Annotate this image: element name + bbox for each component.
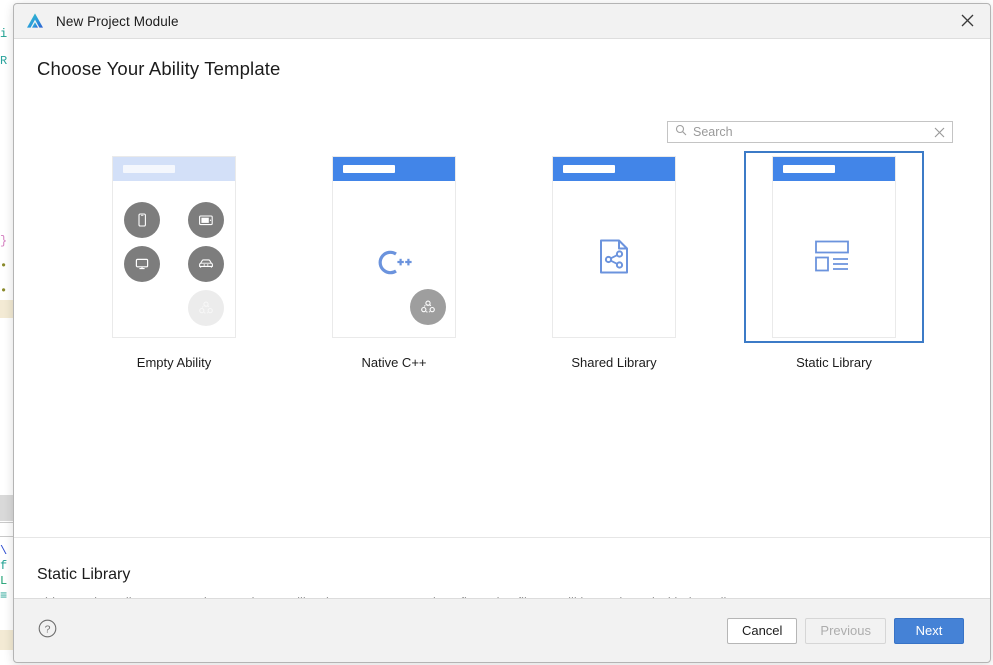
cancel-button[interactable]: Cancel (726, 617, 798, 644)
description-title: Static Library (37, 566, 131, 583)
device-icon-row (124, 202, 224, 238)
template-thumbnail (333, 157, 455, 337)
background-code-fragment: • (0, 259, 8, 273)
template-card-label: Static Library (796, 355, 872, 370)
template-card-frame[interactable] (84, 151, 264, 343)
template-card-label: Shared Library (571, 355, 657, 370)
thumbnail-header-pill (343, 165, 395, 173)
help-icon[interactable]: ? (38, 619, 57, 643)
new-project-module-dialog: New Project Module Choose Your Ability T… (13, 3, 991, 663)
template-card-frame[interactable] (524, 151, 704, 343)
deveco-logo-icon (25, 11, 45, 31)
background-code-fragment: f (0, 559, 8, 573)
background-highlight-band (0, 300, 13, 318)
thumbnail-header-pill (123, 165, 175, 173)
tablet-icon (188, 202, 224, 238)
template-card-label: Native C++ (361, 355, 427, 370)
next-button[interactable]: Next (894, 617, 964, 644)
template-gallery: Empty Ability Native C++ Shared Library … (64, 151, 954, 370)
background-divider (0, 536, 13, 537)
background-code-fragment: i (0, 27, 8, 41)
thumbnail-header-bar (113, 157, 235, 181)
template-card-label: Empty Ability (136, 355, 212, 370)
background-divider (0, 522, 13, 523)
wearable-icon (188, 290, 224, 326)
template-card-empty-ability[interactable]: Empty Ability (64, 151, 284, 370)
search-icon (675, 123, 687, 141)
previous-button: Previous (805, 617, 886, 644)
device-icon-row (124, 246, 224, 282)
thumbnail-body (773, 181, 895, 337)
shared-file-icon (597, 239, 631, 280)
background-code-fragment: L (0, 574, 8, 588)
page-title: Choose Your Ability Template (37, 58, 281, 79)
template-thumbnail (113, 157, 235, 337)
device-icon-row (124, 290, 224, 326)
close-icon[interactable] (945, 4, 990, 37)
phone-icon (124, 202, 160, 238)
footer-button-row: Cancel Previous Next (726, 617, 964, 644)
thumbnail-header-pill (783, 165, 835, 173)
template-card-static-library[interactable]: Static Library (724, 151, 944, 370)
template-card-frame[interactable] (744, 151, 924, 343)
svg-text:?: ? (45, 623, 51, 635)
clear-icon[interactable] (926, 122, 952, 142)
template-description-panel: Static Library This template allows you … (14, 537, 990, 598)
thumbnail-header-bar (773, 157, 895, 181)
multi-device-icon (410, 289, 446, 325)
dialog-body: Choose Your Ability Template Search Empt… (14, 39, 990, 598)
search-input[interactable] (693, 125, 926, 139)
thumbnail-header-bar (333, 157, 455, 181)
cpp-logo-icon (372, 248, 416, 283)
background-code-fragment: } (0, 234, 8, 248)
thumbnail-header-pill (563, 165, 615, 173)
background-code-fragment: R (0, 54, 8, 68)
static-list-icon (814, 240, 854, 279)
car-icon (188, 246, 224, 282)
background-code-fragment: \ (0, 544, 8, 558)
thumbnail-body (113, 181, 235, 337)
search-box[interactable] (667, 121, 953, 143)
tv-icon (124, 246, 160, 282)
thumbnail-body (553, 181, 675, 337)
dialog-title: New Project Module (56, 13, 179, 29)
thumbnail-body (333, 181, 455, 337)
template-thumbnail (553, 157, 675, 337)
thumbnail-header-bar (553, 157, 675, 181)
dialog-footer: ? Cancel Previous Next (14, 598, 990, 662)
template-card-shared-library[interactable]: Shared Library (504, 151, 724, 370)
background-highlight-band (0, 630, 13, 650)
background-code-fragment: • (0, 284, 8, 298)
background-editor-left-strip: i R} • • \ f L ≡ (0, 0, 13, 665)
background-toolbar-band (0, 495, 13, 521)
dialog-titlebar: New Project Module (14, 4, 990, 39)
template-card-frame[interactable] (304, 151, 484, 343)
device-icon-grid (124, 202, 224, 334)
background-code-fragment: ≡ (0, 589, 8, 603)
template-card-native-cpp[interactable]: Native C++ (284, 151, 504, 370)
template-thumbnail (773, 157, 895, 337)
